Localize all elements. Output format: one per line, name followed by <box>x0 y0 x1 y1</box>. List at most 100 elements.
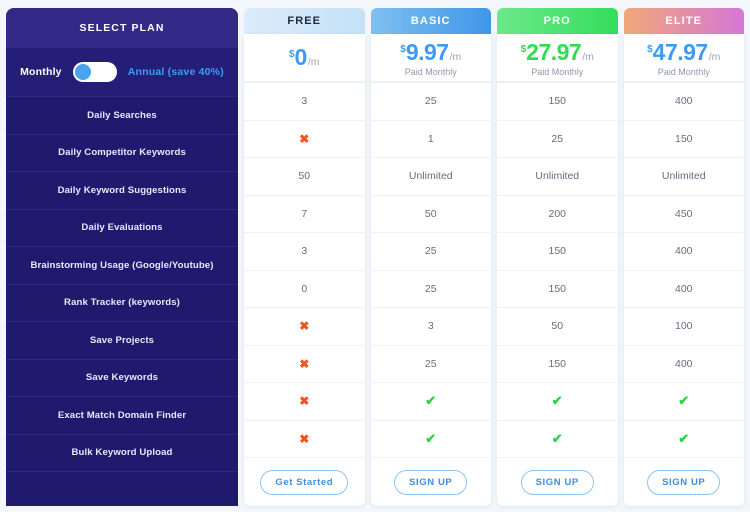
toggle-label-annual[interactable]: Annual (save 40%) <box>128 66 224 78</box>
feature-row: Daily Competitor Keywords <box>6 133 238 172</box>
plan-value-cell: 150 <box>497 82 618 120</box>
cross-icon: ✖ <box>244 119 365 158</box>
price-period: /m <box>582 50 594 63</box>
cta-cell: SIGN UP <box>497 457 618 506</box>
plan-value-cell: 0 <box>244 269 365 308</box>
feature-row-label: Daily Competitor Keywords <box>58 147 186 159</box>
cta-cell: SIGN UP <box>370 457 491 506</box>
plan-value: 0 <box>301 282 308 295</box>
plan-value-cell: 50 <box>370 194 491 233</box>
plan-value: 25 <box>551 132 564 145</box>
plan-value-cell: 450 <box>623 194 744 233</box>
feature-row-label: Daily Evaluations <box>81 222 163 234</box>
plan-value-cell: 50 <box>497 307 618 345</box>
plan-value-cell: 150 <box>497 232 618 270</box>
plan-value: 150 <box>548 282 567 295</box>
plan-value: 25 <box>424 245 437 258</box>
plan-value: 200 <box>548 207 567 220</box>
plan-body: $9.97/m Paid Monthly 25 1 Unlimited 50 25 25 3 25… <box>370 34 491 506</box>
feature-row: Save Projects <box>6 321 238 359</box>
plan-body: $27.97/m Paid Monthly 150 25 Unlimited 200 150… <box>497 34 618 506</box>
plan-value: 7 <box>301 207 308 220</box>
check-icon-glyph: ✔ <box>551 393 563 409</box>
feature-row: Daily Searches <box>6 96 238 134</box>
feature-row-label: Save Projects <box>89 334 155 346</box>
plan-value: 25 <box>424 95 437 108</box>
feature-label-list: Daily Searches Daily Competitor Keywords D… <box>6 96 238 506</box>
check-icon-glyph: ✔ <box>678 393 690 409</box>
plan-value-cell: 1 <box>370 119 491 158</box>
plan-value: 450 <box>674 207 693 220</box>
price-period: /m <box>708 50 721 63</box>
plan-name: FREE <box>287 15 322 27</box>
feature-row-label: Rank Tracker (keywords) <box>64 297 180 309</box>
toggle-label-monthly[interactable]: Monthly <box>20 66 62 78</box>
plan-value: 150 <box>674 132 693 145</box>
plan-value-cell: 150 <box>497 344 618 383</box>
feature-row-label: Bulk Keyword Upload <box>71 447 173 459</box>
plan-value: 3 <box>301 245 308 258</box>
plan-value: 50 <box>424 207 437 220</box>
plan-name: PRO <box>543 15 571 27</box>
signup-button-free[interactable]: Get Started <box>260 469 349 495</box>
plan-header-elite: ELITE <box>623 8 744 34</box>
feature-row-empty <box>6 471 238 506</box>
feature-row: Rank Tracker (keywords) <box>6 283 238 322</box>
plan-value: 150 <box>548 95 567 108</box>
plan-value-cell: 25 <box>370 269 491 308</box>
plan-column-basic: BASIC $9.97/m Paid Monthly 25 1 Unlimited 50 25… <box>370 8 491 506</box>
plan-value-cell: 50 <box>244 157 365 195</box>
price-period: /m <box>449 50 462 63</box>
plan-value-cell: 3 <box>244 232 365 270</box>
billing-period-switch[interactable] <box>72 62 117 82</box>
plan-value: Unlimited <box>408 170 453 183</box>
feature-row-label: Daily Keyword Suggestions <box>57 184 187 196</box>
plan-column-elite: ELITE $47.97/m Paid Monthly 400 150 Unlimited… <box>623 8 744 506</box>
plan-name: BASIC <box>410 15 451 27</box>
plan-value: 50 <box>298 170 311 183</box>
check-icon-glyph: ✔ <box>425 430 437 446</box>
plan-value: 400 <box>674 245 693 258</box>
price-block: $0/m <box>244 34 365 82</box>
plan-value: 25 <box>424 282 437 295</box>
signup-button-pro[interactable]: SIGN UP <box>520 469 594 495</box>
price-line: $27.97/m <box>521 39 594 66</box>
pricing-table-page: SELECT PLAN Monthly Annual (save 40%) Da… <box>0 0 750 512</box>
plan-value-cell: 25 <box>370 82 491 120</box>
plan-value-cell: 25 <box>370 232 491 270</box>
feature-row-label: Brainstorming Usage (Google/Youtube) <box>30 259 214 271</box>
plan-value-cell: 3 <box>244 82 365 120</box>
check-icon: ✔ <box>370 419 491 458</box>
check-icon: ✔ <box>623 382 744 420</box>
plan-value: 25 <box>424 357 437 370</box>
price-amount: 47.97 <box>652 38 709 65</box>
plan-value-cell: 400 <box>623 232 744 270</box>
select-plan-title: SELECT PLAN <box>79 22 165 34</box>
plan-value: 150 <box>548 357 567 370</box>
price-note: Paid Monthly <box>657 66 710 77</box>
cross-icon: ✖ <box>244 344 365 383</box>
price-note: Paid Monthly <box>404 66 457 77</box>
plan-value: 3 <box>427 320 434 333</box>
plan-value: 1 <box>427 132 434 145</box>
plan-value: 100 <box>674 320 693 333</box>
plan-value: 400 <box>674 282 693 295</box>
signup-button-basic[interactable]: SIGN UP <box>394 469 468 495</box>
price-block: $9.97/m Paid Monthly <box>370 34 491 82</box>
price-block: $27.97/m Paid Monthly <box>497 34 618 82</box>
cross-icon-glyph: ✖ <box>299 319 310 334</box>
plan-value-cell: 25 <box>497 119 618 158</box>
cross-icon-glyph: ✖ <box>299 356 310 371</box>
price-block: $47.97/m Paid Monthly <box>623 34 744 82</box>
switch-knob <box>74 64 91 80</box>
plan-column-free: FREE $0/m 3 ✖ 50 7 3 0 ✖ ✖ ✖ ✖ Get Started <box>244 8 365 506</box>
plan-value: 400 <box>674 95 693 108</box>
signup-button-elite[interactable]: SIGN UP <box>647 469 721 495</box>
cross-icon: ✖ <box>244 382 365 420</box>
feature-row: Save Keywords <box>6 358 238 397</box>
feature-row-label: Daily Searches <box>87 109 157 121</box>
price-line: $47.97/m <box>647 39 720 66</box>
plan-value-cell: Unlimited <box>370 157 491 195</box>
select-plan-header: SELECT PLAN <box>6 8 238 48</box>
price-amount: 9.97 <box>405 38 449 65</box>
